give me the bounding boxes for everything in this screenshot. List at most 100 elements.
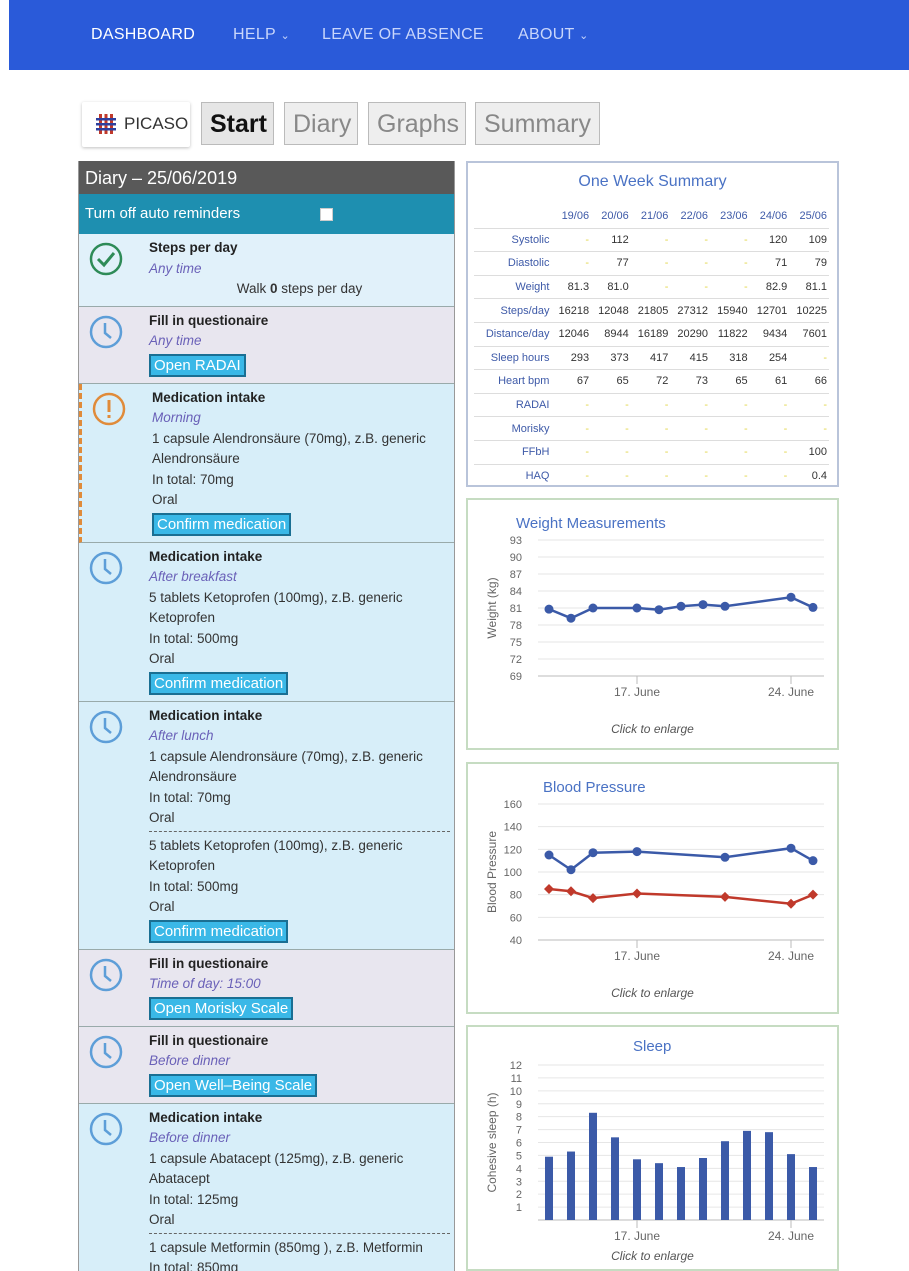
entry-title: Fill in questionaire [149, 954, 450, 975]
summary-cell: 81.3 [551, 275, 591, 299]
summary-date-header: 21/06 [631, 205, 671, 228]
summary-cell: - [789, 393, 829, 417]
y-tick-label: 160 [504, 799, 522, 811]
summary-row: Steps/day1621812048218052731215940127011… [474, 299, 829, 323]
summary-row: Heart bpm67657273656166 [474, 370, 829, 394]
summary-cell: 109 [789, 228, 829, 252]
clock-icon [89, 958, 123, 992]
entry-detail-line: Ketoprofen [149, 856, 450, 877]
chevron-down-icon: ⌄ [579, 30, 589, 42]
summary-cell: 81.1 [789, 275, 829, 299]
summary-cell: 417 [631, 346, 671, 370]
sleep-bar [743, 1131, 751, 1220]
open-questionnaire-button[interactable]: Open Well–Being Scale [149, 1074, 317, 1097]
open-questionnaire-button[interactable]: Open Morisky Scale [149, 997, 293, 1020]
steps-goal-prefix: Walk [237, 281, 270, 296]
sleep-bar [677, 1167, 685, 1220]
chart-title: Sleep [633, 1038, 671, 1055]
summary-cell: 12048 [591, 299, 631, 323]
sleep-bar [765, 1132, 773, 1220]
tab-graphs[interactable]: Graphs [368, 102, 466, 145]
entry-time: After breakfast [149, 567, 450, 588]
y-tick-label: 3 [516, 1176, 522, 1188]
entry-detail-line: Alendronsäure [152, 449, 450, 470]
summary-cell: - [551, 417, 591, 441]
tab-diary[interactable]: Diary [284, 102, 358, 145]
summary-cell: 65 [710, 370, 750, 394]
entry-title: Fill in questionaire [149, 311, 450, 332]
nav-about[interactable]: ABOUT ⌄ [518, 26, 589, 44]
summary-cell: - [631, 464, 671, 487]
summary-cell: 0.4 [789, 464, 829, 487]
entry-detail-line: In total: 500mg [149, 629, 450, 650]
summary-cell: - [750, 440, 790, 464]
data-point [567, 865, 576, 874]
y-tick-label: 9 [516, 1099, 522, 1111]
entry-detail-line: 1 capsule Abatacept (125mg), z.B. generi… [149, 1149, 450, 1170]
entry-detail-line: Oral [149, 1210, 450, 1231]
summary-cell: - [551, 464, 591, 487]
summary-cell: 20290 [670, 322, 710, 346]
summary-cell: 9434 [750, 322, 790, 346]
entry-detail-line: Oral [152, 490, 450, 511]
entry-time: Before dinner [149, 1051, 450, 1072]
entry-detail-line: In total: 70mg [152, 470, 450, 491]
summary-cell: 16218 [551, 299, 591, 323]
entry-detail-line: 1 capsule Alendronsäure (70mg), z.B. gen… [152, 429, 450, 450]
tab-start[interactable]: Start [201, 102, 274, 145]
summary-cell: - [631, 228, 671, 252]
confirm-medication-button[interactable]: Confirm medication [152, 513, 291, 536]
summary-cell: - [631, 252, 671, 276]
data-point [544, 884, 554, 894]
nav-leave-of-absence[interactable]: LEAVE OF ABSENCE [322, 26, 484, 44]
summary-cell: 12046 [551, 322, 591, 346]
clock-icon [89, 1112, 123, 1146]
x-tick-label: 17. June [614, 1229, 660, 1243]
summary-row-label: FFbH [474, 440, 551, 464]
blood-pressure-chart-panel[interactable]: Blood Pressure160140120100806040Blood Pr… [466, 762, 839, 1014]
summary-row: HAQ------0.4 [474, 464, 829, 487]
y-tick-label: 69 [510, 671, 522, 683]
summary-cell: 7601 [789, 322, 829, 346]
weight-chart-panel[interactable]: Weight Measurements939087848178757269Wei… [466, 498, 839, 750]
y-tick-label: 60 [510, 912, 522, 924]
auto-reminders-checkbox[interactable] [320, 208, 333, 221]
summary-cell: - [710, 275, 750, 299]
sleep-chart-panel[interactable]: Sleep121110987654321Cohesive sleep (h)17… [466, 1025, 839, 1271]
sleep-bar [589, 1113, 597, 1220]
summary-cell: 415 [670, 346, 710, 370]
tab-summary[interactable]: Summary [475, 102, 600, 145]
entry-detail-line: In total: 850mg [149, 1258, 450, 1271]
confirm-medication-button[interactable]: Confirm medication [149, 672, 288, 695]
data-point [655, 605, 664, 614]
entry-detail-line: 1 capsule Metformin (850mg ), z.B. Metfo… [149, 1238, 450, 1259]
x-tick-label: 24. June [768, 1229, 814, 1243]
diary-entry: Fill in questionaireBefore dinnerOpen We… [79, 1027, 454, 1104]
entry-time: Time of day: 15:00 [149, 974, 450, 995]
steps-goal-suffix: steps per day [277, 281, 362, 296]
summary-row-label: Sleep hours [474, 346, 551, 370]
y-tick-label: 87 [510, 569, 522, 581]
summary-cell: 21805 [631, 299, 671, 323]
week-summary-title: One Week Summary [468, 173, 837, 191]
summary-cell: 318 [710, 346, 750, 370]
summary-row-label: HAQ [474, 464, 551, 487]
summary-cell: - [710, 464, 750, 487]
entry-time: Any time [149, 259, 450, 280]
y-tick-label: 84 [510, 586, 522, 598]
summary-cell: - [670, 440, 710, 464]
data-point [589, 848, 598, 857]
confirm-medication-button[interactable]: Confirm medication [149, 920, 288, 943]
summary-cell: 27312 [670, 299, 710, 323]
nav-help[interactable]: HELP ⌄ [233, 26, 290, 44]
sleep-bar [545, 1157, 553, 1220]
summary-cell: - [750, 393, 790, 417]
entry-detail-line: Ketoprofen [149, 608, 450, 629]
picaso-logo: PICASO [82, 102, 190, 147]
nav-dashboard[interactable]: DASHBOARD [91, 26, 195, 44]
open-questionnaire-button[interactable]: Open RADAI [149, 354, 246, 377]
y-axis-label: Cohesive sleep (h) [485, 1092, 499, 1192]
entry-title: Steps per day [149, 238, 450, 259]
entry-detail-line: Alendronsäure [149, 767, 450, 788]
nav-help-label: HELP [233, 26, 276, 43]
